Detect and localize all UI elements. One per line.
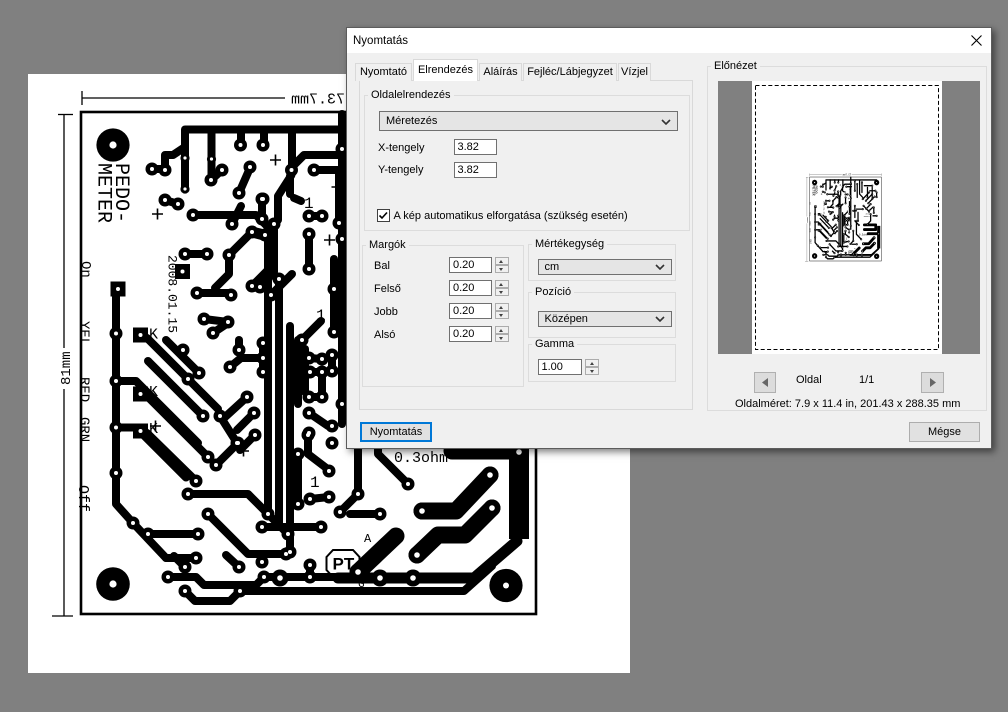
svg-text:RED: RED <box>76 377 92 402</box>
svg-text:0.3ohm: 0.3ohm <box>394 450 448 467</box>
svg-text:A: A <box>364 532 372 546</box>
svg-text:METER: METER <box>92 163 115 223</box>
svg-text:73.7mm: 73.7mm <box>291 92 345 109</box>
svg-text:On: On <box>77 261 93 278</box>
svg-text:81mm: 81mm <box>59 351 75 385</box>
svg-text:1: 1 <box>310 474 320 492</box>
svg-text:YEL: YEL <box>76 321 92 346</box>
svg-text:GRN: GRN <box>76 417 92 442</box>
svg-text:Off: Off <box>74 485 91 512</box>
